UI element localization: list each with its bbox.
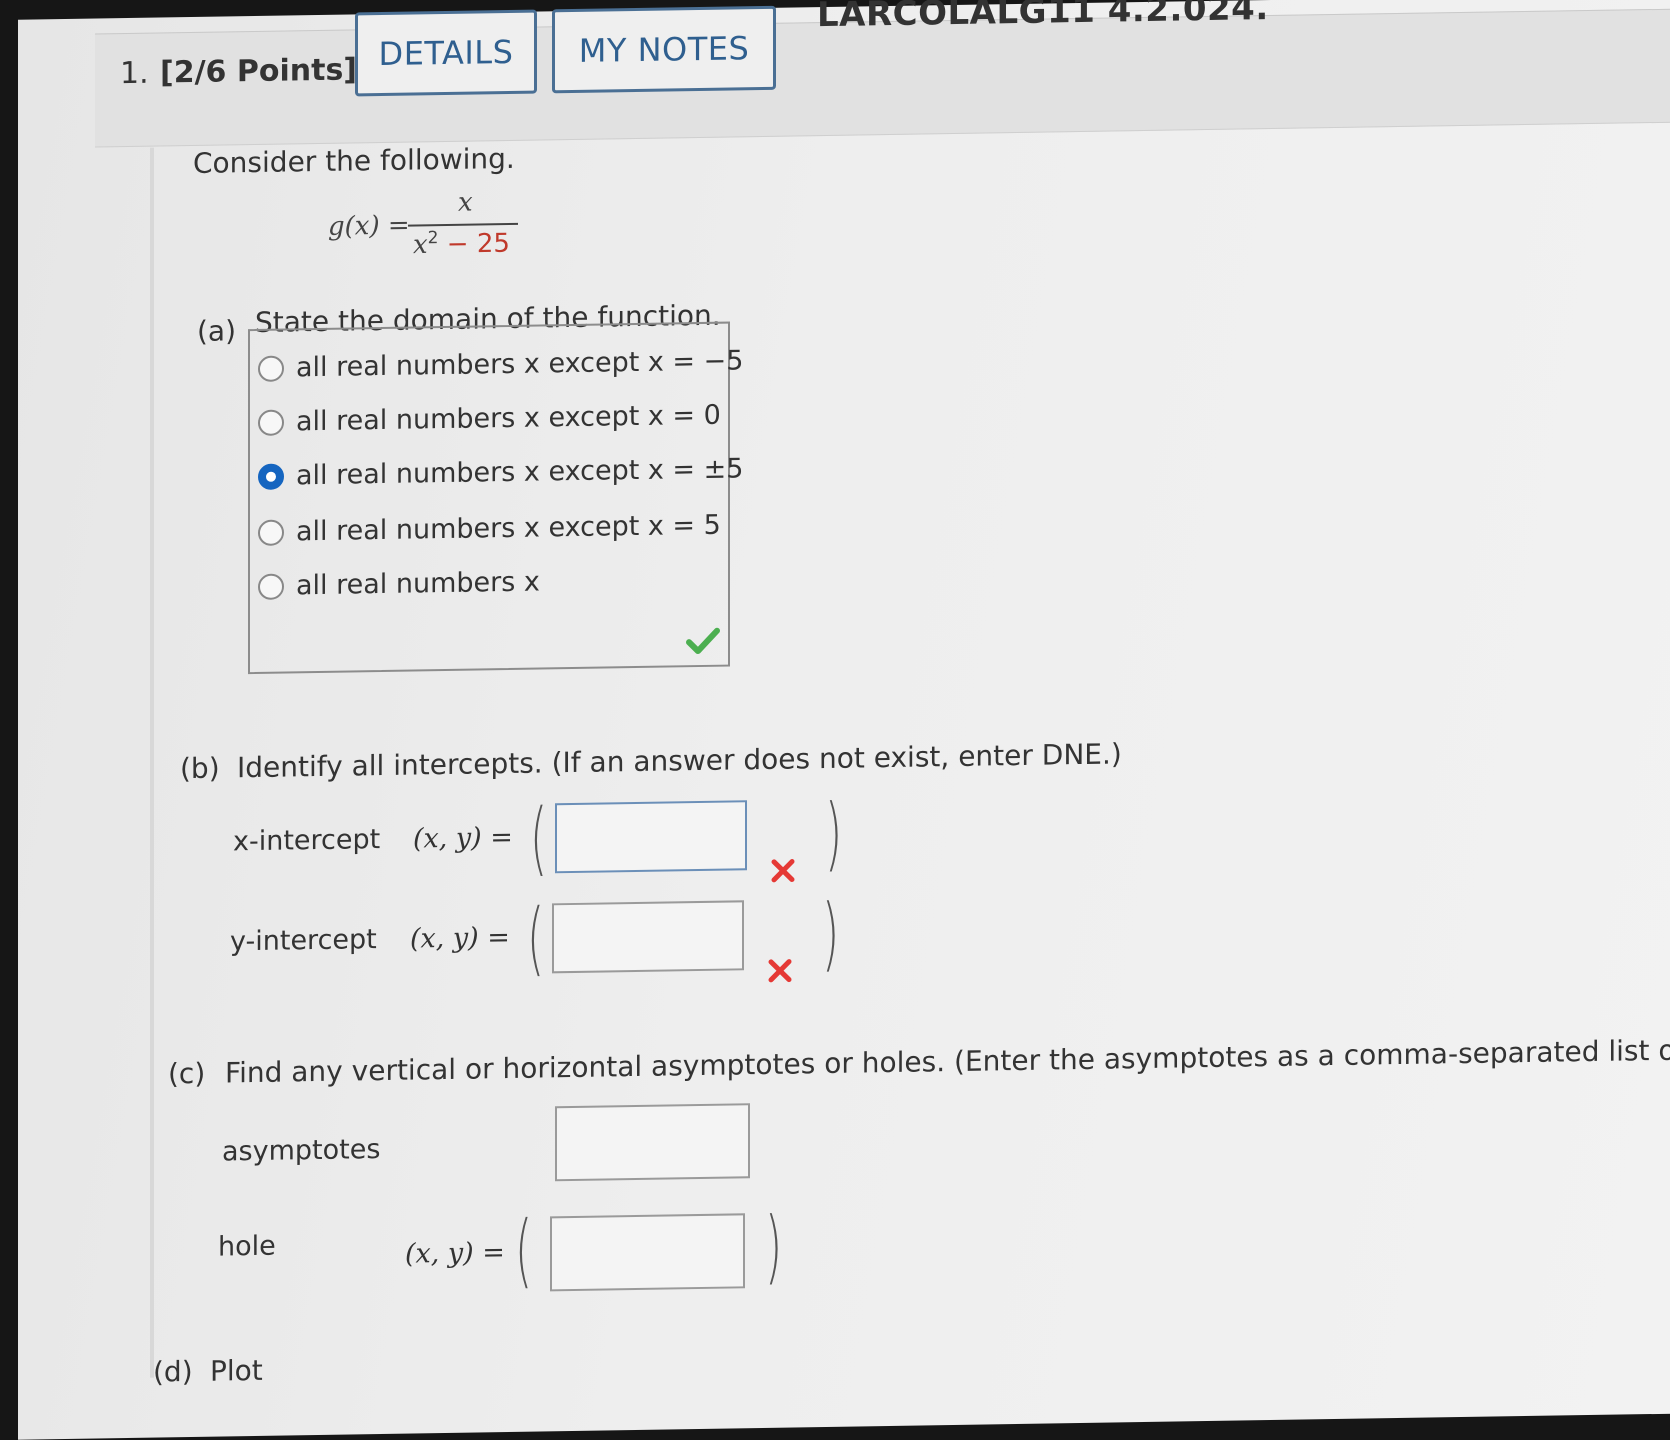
choice-option[interactable]: all real numbers x [258, 567, 540, 602]
domain-choices: all real numbers x except x = −5 all rea… [248, 321, 743, 675]
x-intercept-label: x-intercept [233, 824, 381, 858]
points-score: [2/6 Points] [160, 52, 358, 91]
choice-option-selected[interactable]: all real numbers x except x = ±5 [258, 453, 743, 492]
x-intercept-coord-label: (x, y) = [413, 821, 513, 855]
function-lhs: g(x) = [328, 210, 410, 242]
choice-label: all real numbers x except x = −5 [296, 345, 744, 384]
y-intercept-label: y-intercept [230, 924, 377, 958]
radio-button[interactable] [258, 519, 284, 546]
choice-label: all real numbers x [296, 566, 540, 602]
x-intercept-input[interactable] [555, 800, 747, 874]
question-number: 1. [120, 55, 149, 92]
choice-label: all real numbers x except x = ±5 [296, 453, 744, 492]
asymptotes-input[interactable] [555, 1103, 750, 1182]
right-paren: ) [825, 786, 843, 881]
radio-button[interactable] [258, 409, 284, 436]
asymptotes-label: asymptotes [222, 1134, 381, 1168]
hole-input[interactable] [550, 1213, 745, 1292]
choice-option[interactable]: all real numbers x except x = 5 [258, 510, 721, 548]
content-left-border [150, 147, 154, 1378]
right-paren: ) [822, 886, 840, 981]
details-button[interactable]: DETAILS [355, 9, 537, 97]
choice-option[interactable]: all real numbers x except x = −5 [258, 345, 743, 384]
part-a-label: (a) [197, 314, 237, 348]
left-paren: ( [527, 891, 545, 985]
left-paren: ( [515, 1203, 533, 1297]
part-b-label: (b) [180, 751, 220, 786]
part-d-label: (d) [153, 1354, 193, 1389]
left-paren: ( [530, 791, 548, 885]
function-denominator: x2 − 25 [413, 228, 510, 261]
incorrect-x-icon [771, 859, 795, 883]
right-paren: ) [765, 1199, 783, 1293]
question-page [18, 0, 1670, 1440]
radio-button[interactable] [258, 573, 284, 600]
hole-label: hole [218, 1230, 276, 1263]
radio-button-selected[interactable] [258, 463, 284, 490]
part-c-label: (c) [168, 1056, 206, 1091]
y-intercept-coord-label: (x, y) = [410, 921, 510, 955]
my-notes-button[interactable]: MY NOTES [552, 5, 776, 94]
incorrect-x-icon [768, 959, 792, 983]
function-numerator: x [458, 187, 473, 218]
choice-option[interactable]: all real numbers x except x = 0 [258, 400, 721, 438]
part-d-prompt: Plot [210, 1353, 263, 1388]
y-intercept-input[interactable] [552, 900, 744, 974]
correct-check-icon [686, 627, 720, 655]
choice-label: all real numbers x except x = 0 [296, 399, 721, 438]
radio-button[interactable] [258, 355, 284, 382]
intro-text: Consider the following. [193, 141, 515, 180]
choice-label: all real numbers x except x = 5 [296, 509, 721, 548]
hole-coord-label: (x, y) = [405, 1237, 505, 1270]
